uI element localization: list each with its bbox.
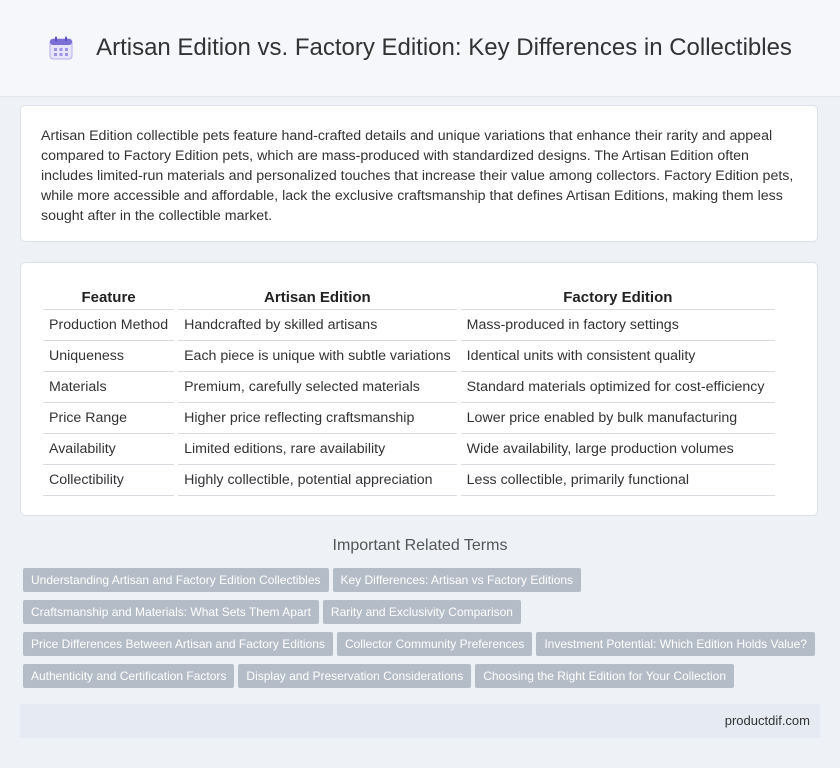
related-terms-list: Understanding Artisan and Factory Editio… <box>23 568 823 696</box>
page-title: Artisan Edition vs. Factory Edition: Key… <box>96 34 792 61</box>
cell-feature: Price Range <box>43 403 175 434</box>
cell-artisan: Handcrafted by skilled artisans <box>178 310 457 341</box>
table-row: Availability Limited editions, rare avai… <box>43 434 775 465</box>
table-row: Materials Premium, carefully selected ma… <box>43 372 775 403</box>
related-term-link[interactable]: Craftsmanship and Materials: What Sets T… <box>23 600 319 624</box>
table-row: Production Method Handcrafted by skilled… <box>43 310 775 341</box>
cell-artisan: Limited editions, rare availability <box>178 434 457 465</box>
intro-paragraph: Artisan Edition collectible pets feature… <box>41 128 794 224</box>
cell-feature: Uniqueness <box>43 341 175 372</box>
cell-factory: Less collectible, primarily functional <box>460 465 775 496</box>
header-feature: Feature <box>43 285 175 310</box>
cell-artisan: Each piece is unique with subtle variati… <box>178 341 457 372</box>
cell-factory: Wide availability, large production volu… <box>460 434 775 465</box>
cell-feature: Availability <box>43 434 175 465</box>
cell-artisan: Premium, carefully selected materials <box>178 372 457 403</box>
related-terms-title: Important Related Terms <box>332 537 508 554</box>
cell-artisan: Higher price reflecting craftsmanship <box>178 403 457 434</box>
table-row: Uniqueness Each piece is unique with sub… <box>43 341 775 372</box>
cell-factory: Identical units with consistent quality <box>460 341 775 372</box>
related-term-link[interactable]: Collector Community Preferences <box>336 632 533 656</box>
intro-card: Artisan Edition collectible pets feature… <box>20 105 818 242</box>
comparison-card: Feature Artisan Edition Factory Edition … <box>20 262 818 516</box>
related-term-link[interactable]: Investment Potential: Which Edition Hold… <box>536 632 815 656</box>
table-row: Price Range Higher price reflecting craf… <box>43 403 775 434</box>
cell-factory: Lower price enabled by bulk manufacturin… <box>460 403 775 434</box>
comparison-table: Feature Artisan Edition Factory Edition … <box>39 285 779 496</box>
cell-feature: Collectibility <box>43 465 175 496</box>
related-term-link[interactable]: Key Differences: Artisan vs Factory Edit… <box>332 568 582 592</box>
related-term-link[interactable]: Rarity and Exclusivity Comparison <box>322 600 521 624</box>
table-header-row: Feature Artisan Edition Factory Edition <box>43 285 775 310</box>
cell-factory: Standard materials optimized for cost-ef… <box>460 372 775 403</box>
footer-site-link[interactable]: productdif.com <box>725 713 810 728</box>
related-term-link[interactable]: Authenticity and Certification Factors <box>23 664 235 688</box>
related-term-link[interactable]: Choosing the Right Edition for Your Coll… <box>475 664 735 688</box>
cell-artisan: Highly collectible, potential appreciati… <box>178 465 457 496</box>
table-row: Collectibility Highly collectible, poten… <box>43 465 775 496</box>
related-term-link[interactable]: Price Differences Between Artisan and Fa… <box>23 632 333 656</box>
header-artisan: Artisan Edition <box>178 285 457 310</box>
header-factory: Factory Edition <box>460 285 775 310</box>
calendar-icon <box>49 36 73 60</box>
related-term-link[interactable]: Display and Preservation Considerations <box>238 664 472 688</box>
cell-feature: Materials <box>43 372 175 403</box>
related-term-link[interactable]: Understanding Artisan and Factory Editio… <box>23 568 329 592</box>
footer: productdif.com <box>20 704 820 738</box>
page-header: Artisan Edition vs. Factory Edition: Key… <box>0 0 840 97</box>
cell-feature: Production Method <box>43 310 175 341</box>
cell-factory: Mass-produced in factory settings <box>460 310 775 341</box>
